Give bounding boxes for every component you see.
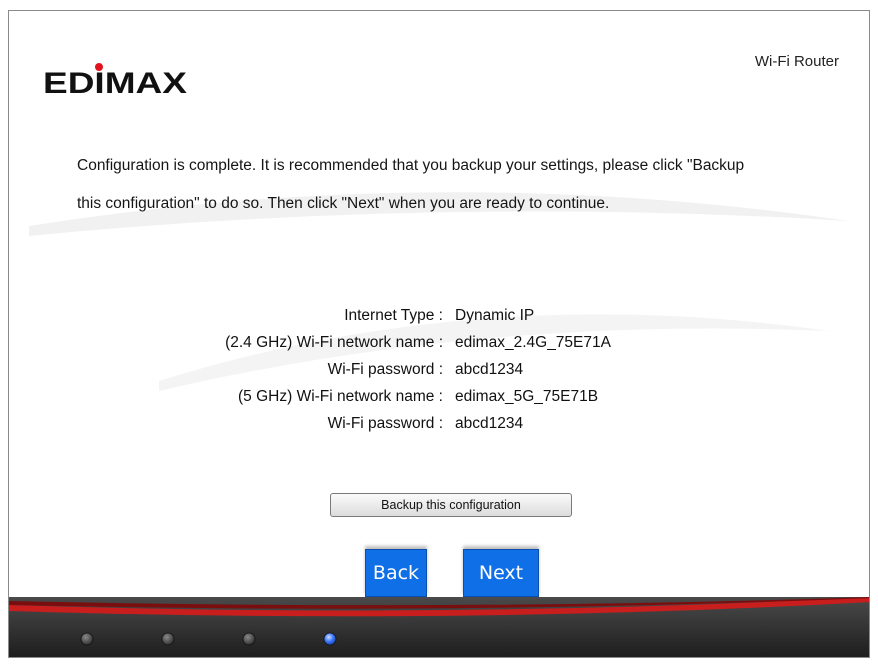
step-dot [161, 632, 175, 646]
next-button[interactable]: Next [463, 549, 539, 597]
summary-row-5ghz-network-name: (5 GHz) Wi-Fi network name : edimax_5G_7… [9, 388, 869, 415]
summary-label: (2.4 GHz) Wi-Fi network name : [225, 334, 443, 351]
step-dot [242, 632, 256, 646]
message-line-2: this configuration" to do so. Then click… [77, 195, 610, 212]
setup-wizard-window: EDIMAX Wi-Fi Router Configuration is com… [8, 10, 870, 658]
step-dot [80, 632, 94, 646]
summary-row-24ghz-network-name: (2.4 GHz) Wi-Fi network name : edimax_2.… [9, 334, 869, 361]
message-line-1: Configuration is complete. It is recomme… [77, 157, 745, 174]
step-dot-active [323, 632, 337, 646]
edimax-logo: EDIMAX [43, 63, 187, 97]
summary-value: edimax_5G_75E71B [455, 388, 599, 405]
completion-message: Configuration is complete. It is recomme… [77, 147, 847, 223]
logo-red-dot [95, 63, 103, 71]
summary-value: edimax_2.4G_75E71A [455, 334, 611, 351]
summary-value: Dynamic IP [455, 307, 535, 324]
summary-label: (5 GHz) Wi-Fi network name : [238, 388, 443, 405]
footer-bar [9, 597, 869, 657]
product-label: Wi-Fi Router [754, 53, 839, 70]
summary-label: Wi-Fi password : [327, 361, 443, 378]
summary-row-5ghz-password: Wi-Fi password : abcd1234 [9, 415, 869, 442]
edimax-logo-text: EDIMAX [43, 67, 187, 97]
back-button[interactable]: Back [365, 549, 427, 597]
summary-row-24ghz-password: Wi-Fi password : abcd1234 [9, 361, 869, 388]
summary-value: abcd1234 [455, 361, 524, 378]
backup-configuration-button[interactable]: Backup this configuration [330, 493, 572, 517]
summary-label: Wi-Fi password : [327, 415, 443, 432]
summary-value: abcd1234 [455, 415, 524, 432]
summary-row-internet-type: Internet Type : Dynamic IP [9, 307, 869, 334]
summary-label: Internet Type : [344, 307, 443, 324]
configuration-summary: Internet Type : Dynamic IP (2.4 GHz) Wi-… [9, 307, 869, 442]
